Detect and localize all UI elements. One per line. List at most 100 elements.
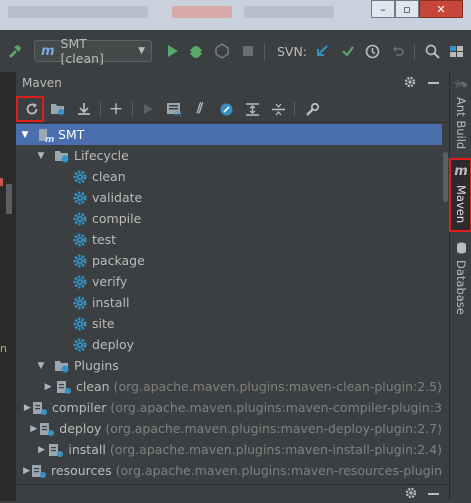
minimize-button[interactable]: – <box>371 0 395 18</box>
toolbar-separator <box>132 102 133 116</box>
coverage-icon[interactable] <box>212 40 232 62</box>
plugin-row[interactable]: ▶ install (org.apache.maven.plugins:maven-… <box>16 439 442 460</box>
lifecycle-goal-label: clean <box>92 169 126 184</box>
ant-icon: 🐜 <box>454 78 468 92</box>
tree-root-smt[interactable]: ▼ m SMT <box>16 124 442 145</box>
lifecycle-goal-label: verify <box>92 274 128 289</box>
plugin-icon <box>48 442 64 458</box>
title-blur <box>244 6 334 18</box>
toolbar-separator <box>414 44 415 60</box>
add-icon[interactable]: + <box>106 99 126 119</box>
lifecycle-goal-row[interactable]: clean <box>16 166 442 187</box>
lifecycle-label: Lifecycle <box>74 148 129 163</box>
side-tab-database[interactable]: Database <box>450 236 471 316</box>
tree-node-plugins[interactable]: ▼ Plugins <box>16 355 442 376</box>
gear-icon[interactable] <box>403 75 417 92</box>
toggle-offline-icon[interactable]: ⫽ <box>190 99 210 119</box>
maven-project-icon: m <box>38 127 54 143</box>
side-tab-label: Database <box>454 260 468 315</box>
lifecycle-goal-row[interactable]: verify <box>16 271 442 292</box>
gear-icon[interactable] <box>404 486 418 503</box>
download-icon[interactable] <box>74 99 94 119</box>
search-icon[interactable] <box>422 40 442 62</box>
collapse-all-icon[interactable] <box>268 99 288 119</box>
svg-text:m: m <box>174 109 182 117</box>
chevron-right-icon[interactable]: ▶ <box>38 445 45 455</box>
lifecycle-goal-label: site <box>92 316 115 331</box>
plugin-icon <box>39 421 55 437</box>
run-icon[interactable] <box>162 40 182 62</box>
hide-panel-icon[interactable] <box>428 493 439 495</box>
run-config-label: SMT [clean] <box>60 36 104 66</box>
editor-gutter: n <box>0 72 16 501</box>
lifecycle-goal-row[interactable]: install <box>16 292 442 313</box>
plugin-artifact: (org.apache.maven.plugins:maven-clean-pl… <box>113 379 442 394</box>
plugin-row[interactable]: ▶ deploy (org.apache.maven.plugins:maven-d… <box>16 418 442 439</box>
run-configuration-dropdown[interactable]: m SMT [clean] ▼ <box>34 36 152 66</box>
maximize-button[interactable]: ▫ <box>395 0 419 18</box>
lifecycle-goal-row[interactable]: package <box>16 250 442 271</box>
maven-projects-tree: ▼ m SMT ▼ Lifecycle clean validate compile… <box>16 124 442 484</box>
side-tab-label: Ant Build <box>454 97 468 150</box>
gear-icon <box>72 232 88 248</box>
lifecycle-goal-row[interactable]: validate <box>16 187 442 208</box>
lifecycle-goal-label: install <box>92 295 130 310</box>
toolbar-separator <box>264 44 265 60</box>
lifecycle-goal-row[interactable]: test <box>16 229 442 250</box>
svn-update-icon[interactable] <box>312 40 332 62</box>
gear-icon <box>72 253 88 269</box>
close-button[interactable]: ✕ <box>419 0 463 18</box>
gear-icon <box>72 295 88 311</box>
lifecycle-goal-label: package <box>92 253 145 268</box>
gear-icon <box>72 274 88 290</box>
chevron-right-icon[interactable]: ▶ <box>45 382 52 392</box>
svn-commit-icon[interactable] <box>338 40 358 62</box>
lifecycle-goal-row[interactable]: compile <box>16 208 442 229</box>
gear-icon <box>72 169 88 185</box>
chevron-right-icon[interactable]: ▶ <box>30 424 37 434</box>
run-maven-build-icon[interactable] <box>138 99 158 119</box>
plugin-artifact: (org.apache.maven.plugins:maven-compiler… <box>110 400 442 415</box>
show-dependencies-icon[interactable] <box>242 99 262 119</box>
plugin-artifact: (org.apache.maven.plugins:maven-resource… <box>115 463 442 478</box>
plugin-row[interactable]: ▶ compiler (org.apache.maven.plugins:maven… <box>16 397 442 418</box>
right-tool-strip: 🐜 Ant Build m Maven Database <box>449 72 471 501</box>
lifecycle-goal-label: compile <box>92 211 142 226</box>
toolbar-separator <box>100 102 101 116</box>
lifecycle-goal-row[interactable]: deploy <box>16 334 442 355</box>
project-structure-icon[interactable] <box>446 40 466 62</box>
scrollbar-thumb[interactable] <box>443 152 448 202</box>
chevron-down-icon[interactable]: ▼ <box>36 151 46 161</box>
plugins-label: Plugins <box>74 358 119 373</box>
folder-settings-icon <box>54 148 70 164</box>
reload-highlight <box>16 96 44 122</box>
skip-tests-icon[interactable] <box>216 99 236 119</box>
plugin-artifact: (org.apache.maven.plugins:maven-deploy-p… <box>105 421 442 436</box>
tree-scrollbar[interactable] <box>442 124 449 484</box>
lifecycle-goal-row[interactable]: site <box>16 313 442 334</box>
rollback-icon[interactable] <box>388 40 408 62</box>
side-tab-ant-build[interactable]: 🐜 Ant Build <box>450 72 471 152</box>
chevron-right-icon[interactable]: ▶ <box>24 403 31 413</box>
hide-panel-icon[interactable] <box>428 82 439 84</box>
plugin-row[interactable]: ▶ clean (org.apache.maven.plugins:maven-cl… <box>16 376 442 397</box>
chevron-down-icon[interactable]: ▼ <box>36 361 46 371</box>
build-hammer-icon[interactable] <box>4 40 26 62</box>
gear-icon <box>72 337 88 353</box>
plugin-name: install <box>68 442 106 457</box>
stop-icon[interactable] <box>238 40 258 62</box>
editor-scrollbar <box>6 184 12 214</box>
chevron-right-icon[interactable]: ▶ <box>23 466 30 476</box>
debug-bug-icon[interactable] <box>186 40 206 62</box>
wrench-settings-icon[interactable] <box>302 99 322 119</box>
tree-node-lifecycle[interactable]: ▼ Lifecycle <box>16 145 442 166</box>
plugin-row[interactable]: ▶ resources (org.apache.maven.plugins:mave… <box>16 460 442 481</box>
main-toolbar: m SMT [clean] ▼ SVN: <box>0 30 471 73</box>
chevron-down-icon[interactable]: ▼ <box>20 130 30 140</box>
lifecycle-goal-label: test <box>92 232 117 247</box>
history-clock-icon[interactable] <box>362 40 382 62</box>
maven-tool-window: Maven + m ⫽ ▼ m SMT ▼ Lifecycle clean va… <box>16 72 449 503</box>
execute-goal-icon[interactable]: m <box>164 99 184 119</box>
error-marker <box>0 178 3 186</box>
generate-sources-icon[interactable] <box>48 99 68 119</box>
